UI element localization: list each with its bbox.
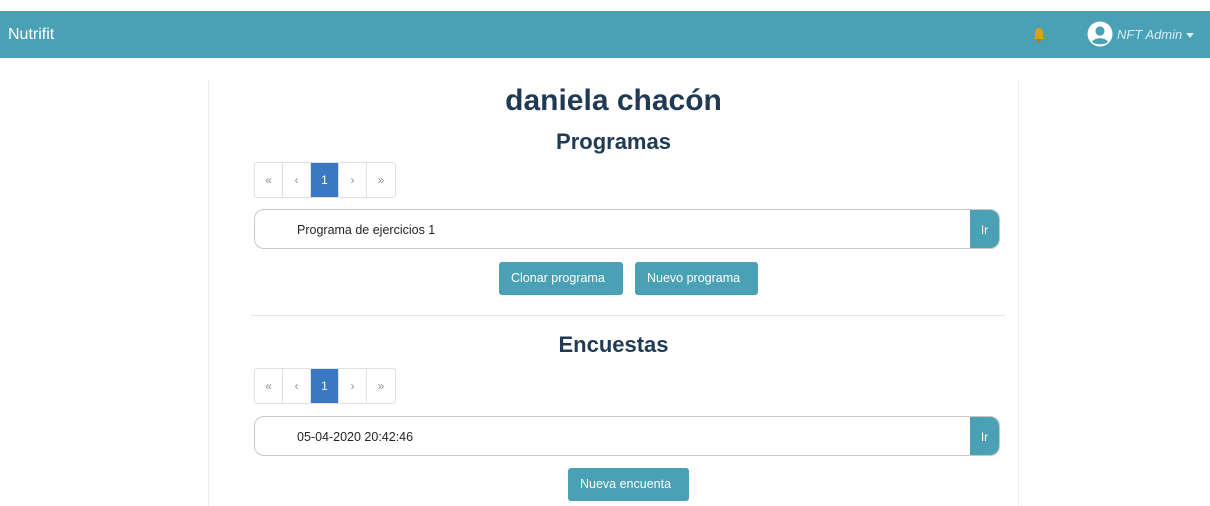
programs-heading: Programas [556,129,671,154]
pagination-first[interactable]: « [255,369,283,403]
new-survey-button[interactable]: Nueva encuenta [568,468,689,501]
surveys-heading: Encuestas [558,332,669,357]
pagination-next[interactable]: › [339,369,367,403]
page-title: daniela chacón [505,84,722,117]
pagination-first[interactable]: « [255,163,283,197]
pagination-page-1[interactable]: 1 [311,369,339,403]
survey-label: 05-04-2020 20:42:46 [297,430,414,444]
clone-program-button[interactable]: Clonar programa [499,262,623,295]
pagination-prev[interactable]: ‹ [283,163,311,197]
new-program-button[interactable]: Nuevo programa [635,262,758,295]
user-menu[interactable]: NFT Admin [1087,21,1195,47]
survey-go-button[interactable]: Ir [970,417,999,455]
top-navbar: Nutrifit NFT Admin [0,11,1210,58]
pagination-next[interactable]: › [339,163,367,197]
programs-pagination: « ‹ 1 › » [254,162,396,198]
program-go-button[interactable]: Ir [970,210,999,248]
main-content: daniela chacón Programas « ‹ 1 › » Progr… [208,80,1019,506]
brand-logo[interactable]: Nutrifit [8,11,54,58]
pagination-last[interactable]: » [367,369,395,403]
user-avatar-icon [1087,21,1113,47]
survey-list-item: 05-04-2020 20:42:46 Ir [254,416,1000,456]
user-name: NFT Admin [1117,26,1183,42]
pagination-prev[interactable]: ‹ [283,369,311,403]
surveys-pagination: « ‹ 1 › » [254,368,396,404]
program-label: Programa de ejercicios 1 [297,223,436,237]
program-list-item: Programa de ejercicios 1 Ir [254,209,1000,249]
caret-down-icon [1186,32,1195,38]
bell-icon[interactable] [1032,27,1046,43]
pagination-last[interactable]: » [367,163,395,197]
pagination-page-1[interactable]: 1 [311,163,339,197]
section-divider [251,315,1005,316]
